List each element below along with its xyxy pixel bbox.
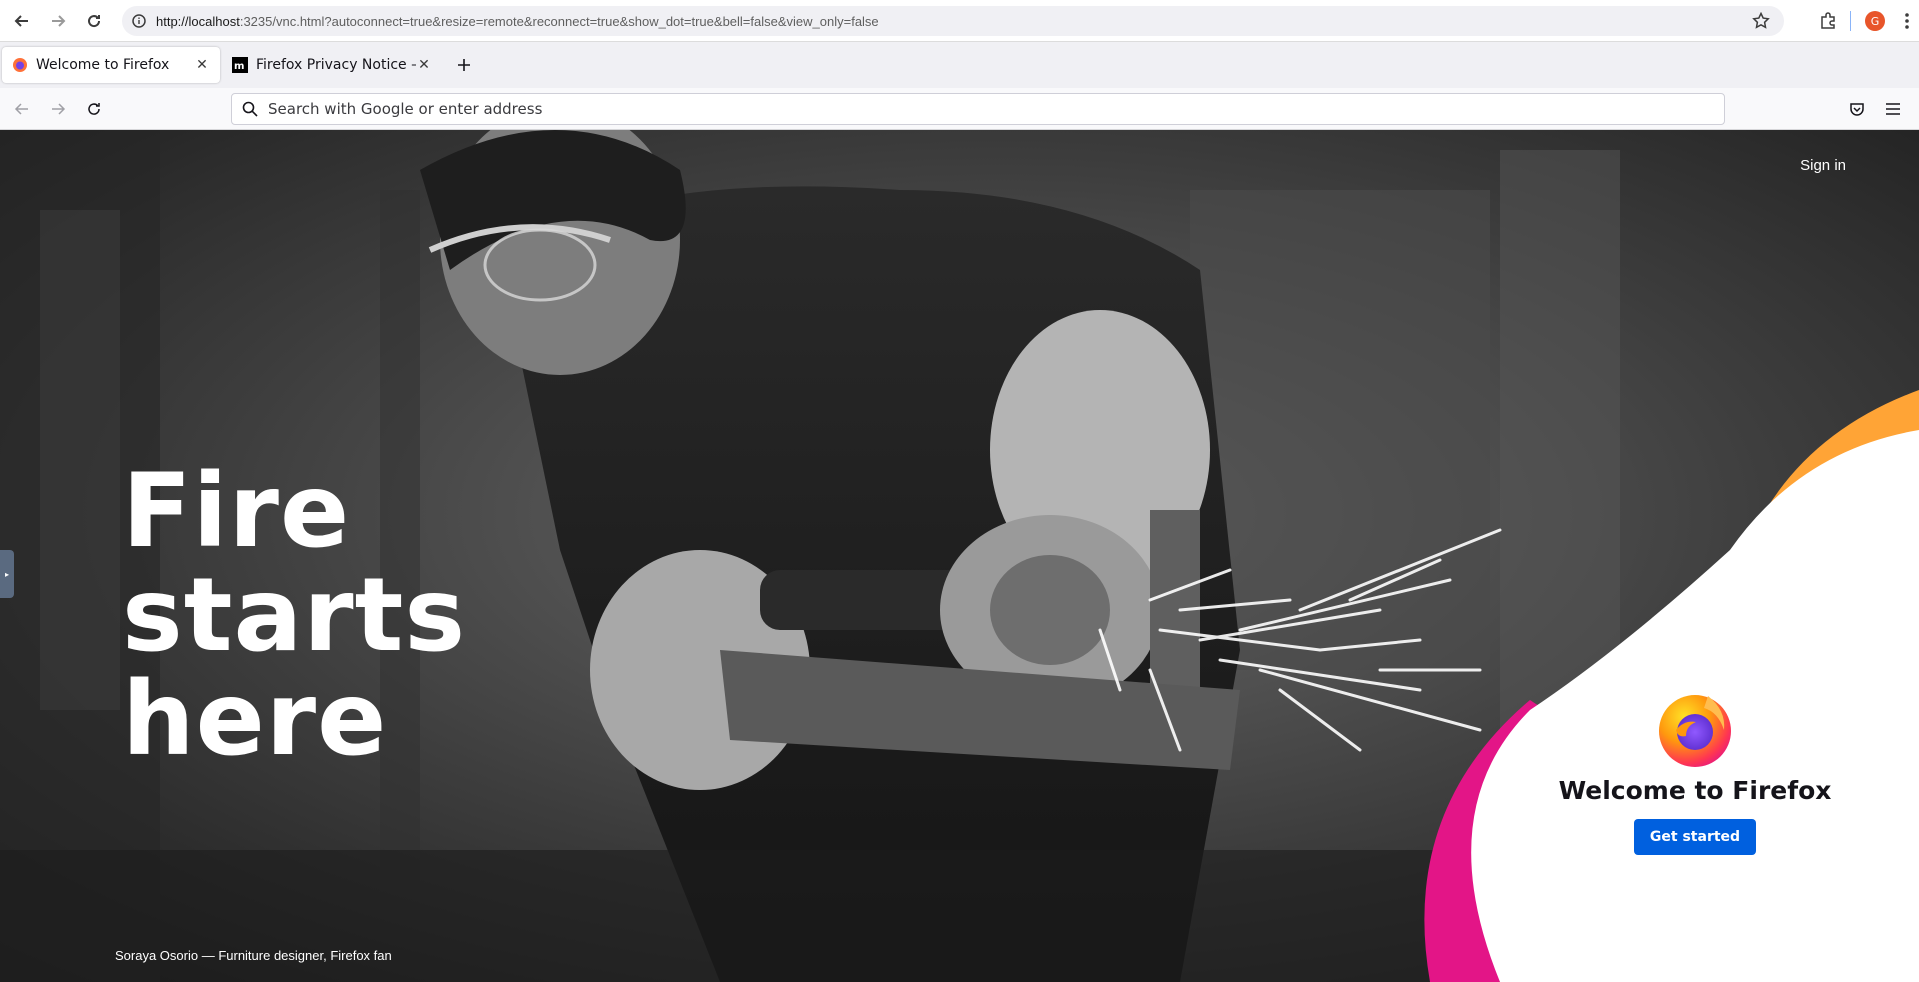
url-bar[interactable]: Search with Google or enter address <box>231 93 1725 125</box>
info-icon <box>132 14 146 28</box>
host-reload-button[interactable] <box>76 0 112 42</box>
vnc-control-handle[interactable]: ▸ <box>0 550 14 598</box>
host-divider <box>1850 11 1851 31</box>
host-forward-button[interactable] <box>40 0 76 42</box>
star-icon[interactable] <box>1752 12 1770 30</box>
forward-button[interactable] <box>40 93 76 125</box>
hero-line: Fire <box>122 452 351 571</box>
firefox-logo-icon <box>1659 695 1731 767</box>
url-bar-placeholder: Search with Google or enter address <box>268 100 543 118</box>
plus-icon <box>458 59 470 71</box>
host-toolbar: http://localhost:3235/vnc.html?autoconne… <box>0 0 1919 42</box>
svg-text:m: m <box>234 61 244 72</box>
reload-button[interactable] <box>76 93 112 125</box>
get-started-button[interactable]: Get started <box>1633 819 1757 855</box>
sign-in-link[interactable]: Sign in <box>1800 157 1846 174</box>
reload-icon <box>88 14 101 27</box>
forward-icon <box>52 102 66 115</box>
kebab-icon <box>1905 13 1909 29</box>
hero-heading: Fire starts here <box>122 460 466 772</box>
app-menu-button[interactable] <box>1875 93 1911 125</box>
tab-welcome[interactable]: Welcome to Firefox ✕ <box>2 47 220 83</box>
pocket-button[interactable] <box>1839 93 1875 125</box>
back-icon <box>14 102 28 115</box>
host-address-bar[interactable]: http://localhost:3235/vnc.html?autoconne… <box>122 6 1784 36</box>
forward-icon <box>52 14 66 27</box>
host-url-text: http://localhost:3235/vnc.html?autoconne… <box>156 13 879 29</box>
back-icon <box>14 14 28 27</box>
hero-line: here <box>122 660 388 779</box>
tab-label: Welcome to Firefox <box>36 57 170 73</box>
photo-credit: Soraya Osorio — Furniture designer, Fire… <box>115 948 392 963</box>
tab-label: Firefox Privacy Notice — <box>256 57 416 73</box>
tab-strip: Welcome to Firefox ✕ m Firefox Privacy N… <box>0 42 1919 88</box>
navigation-toolbar: Search with Google or enter address <box>0 88 1919 130</box>
pocket-icon <box>1850 103 1864 116</box>
hero-line: starts <box>122 556 467 675</box>
firefox-icon <box>13 58 27 72</box>
reload-icon <box>88 102 100 115</box>
welcome-page: ▸ Sign in Fire starts here Soraya Osorio… <box>0 130 1919 982</box>
search-icon <box>242 101 258 117</box>
host-menu-button[interactable] <box>1895 0 1919 42</box>
host-back-button[interactable] <box>4 0 40 42</box>
welcome-title: Welcome to Firefox <box>1558 776 1832 805</box>
tab-close-button[interactable]: ✕ <box>416 57 432 73</box>
mozilla-icon: m <box>232 57 248 73</box>
back-button[interactable] <box>4 93 40 125</box>
welcome-card: Welcome to Firefox Get started <box>1540 690 1850 855</box>
host-extensions-button[interactable] <box>1810 0 1846 42</box>
profile-avatar[interactable]: G <box>1865 11 1885 31</box>
tab-close-button[interactable]: ✕ <box>194 57 210 73</box>
extensions-icon <box>1821 12 1835 29</box>
hamburger-icon <box>1886 103 1900 115</box>
tab-privacy-notice[interactable]: m Firefox Privacy Notice — ✕ <box>222 47 442 83</box>
new-tab-button[interactable] <box>448 49 480 81</box>
